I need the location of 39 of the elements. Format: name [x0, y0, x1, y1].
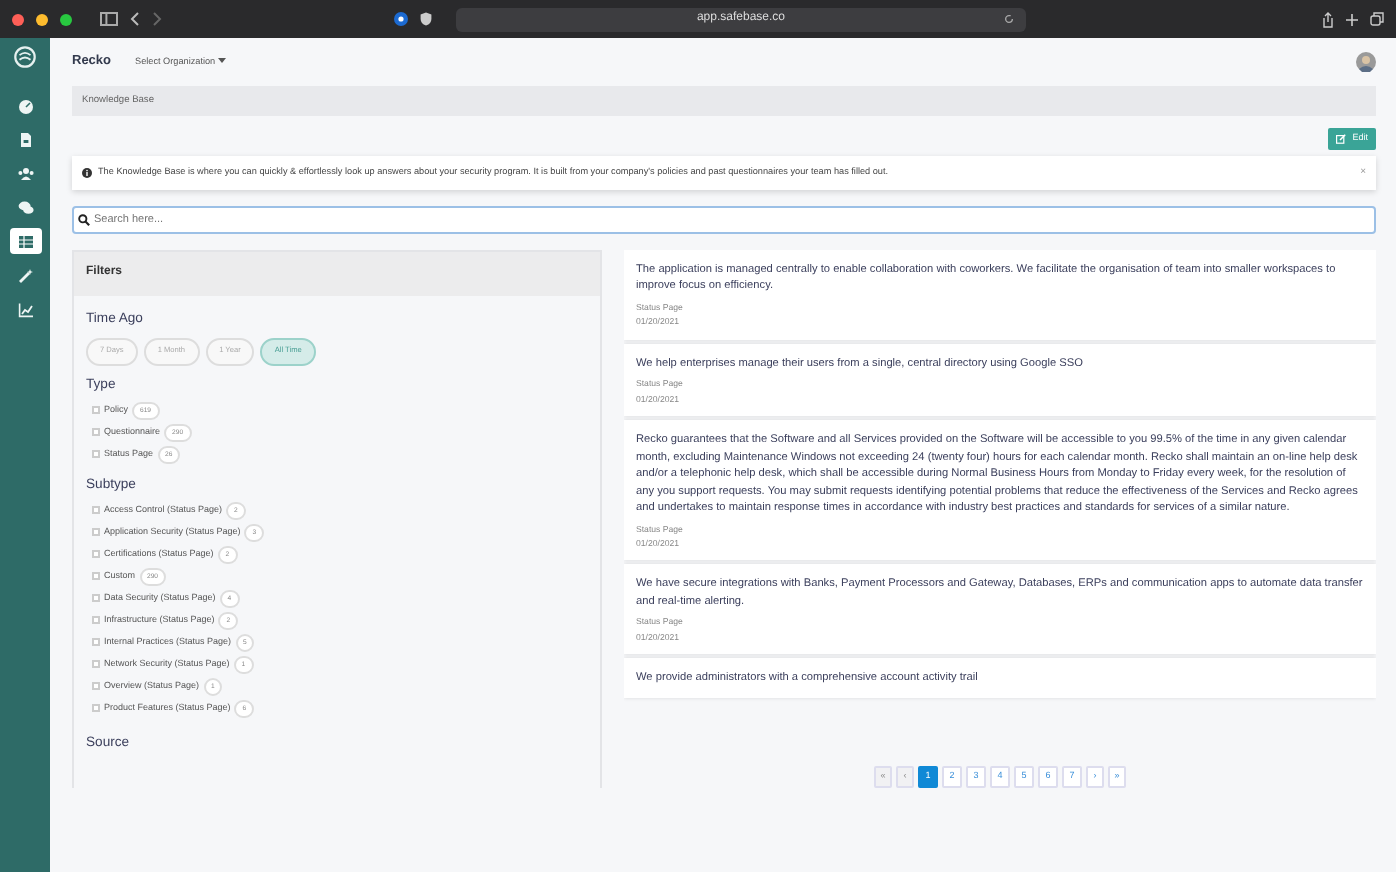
- checkbox[interactable]: [92, 660, 100, 669]
- logo-icon[interactable]: [14, 46, 36, 68]
- checkbox[interactable]: [92, 506, 100, 515]
- reload-icon[interactable]: [1004, 14, 1014, 24]
- caret-icon: [217, 57, 226, 64]
- forward-icon[interactable]: [152, 12, 162, 26]
- info-icon: [82, 167, 92, 178]
- minimize-button[interactable]: [36, 13, 48, 25]
- edit-icon: [1336, 133, 1347, 144]
- checkbox[interactable]: [92, 594, 100, 603]
- checkbox[interactable]: [92, 704, 100, 713]
- checkbox[interactable]: [92, 406, 100, 415]
- sidebar-toggle-icon[interactable]: [100, 12, 118, 26]
- checkbox[interactable]: [92, 450, 100, 459]
- chart-icon: [17, 301, 33, 317]
- checkbox[interactable]: [92, 638, 100, 647]
- checkbox[interactable]: [92, 550, 100, 559]
- dashboard-icon: [17, 97, 33, 113]
- checkbox[interactable]: [92, 572, 100, 581]
- avatar[interactable]: [1356, 52, 1376, 72]
- close-window-button[interactable]: [12, 13, 24, 25]
- sidebar-item[interactable]: [9, 228, 41, 254]
- table-icon: [17, 233, 33, 249]
- share-icon[interactable]: [1322, 11, 1334, 27]
- extension-icon[interactable]: [394, 12, 408, 26]
- users-icon: [17, 165, 33, 181]
- document-icon: [17, 131, 33, 147]
- new-tab-icon[interactable]: [1346, 13, 1358, 25]
- checkbox[interactable]: [92, 528, 100, 537]
- back-icon[interactable]: [130, 12, 140, 26]
- checkbox[interactable]: [92, 682, 100, 691]
- tabs-icon[interactable]: [1370, 12, 1384, 26]
- wand-icon: [17, 267, 33, 283]
- chat-icon: [17, 199, 33, 215]
- checkbox[interactable]: [92, 616, 100, 625]
- shield-icon[interactable]: [420, 12, 432, 26]
- search-icon: [78, 213, 90, 226]
- maximize-button[interactable]: [60, 13, 72, 25]
- checkbox[interactable]: [92, 428, 100, 437]
